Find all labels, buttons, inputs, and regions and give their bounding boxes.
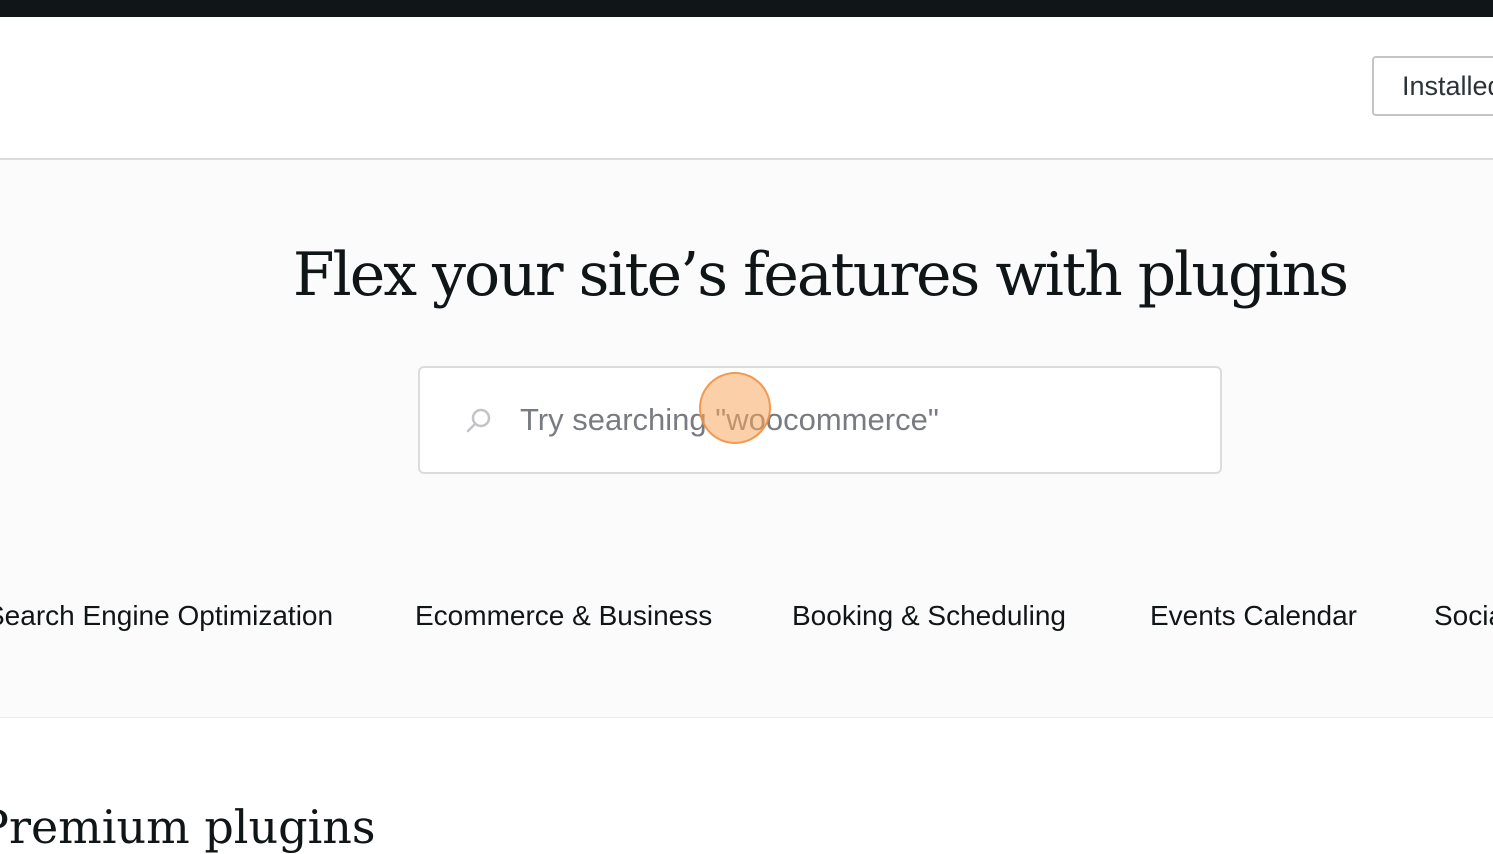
installed-plugins-button[interactable]: Installed Plugins: [1372, 56, 1493, 116]
category-events-calendar[interactable]: Events Calendar: [1150, 600, 1357, 632]
category-social[interactable]: Social: [1434, 600, 1493, 632]
search-icon: [466, 408, 491, 433]
premium-plugins-heading: Premium plugins: [0, 800, 376, 854]
top-bar: [0, 0, 1493, 17]
category-search-engine-optimization[interactable]: Search Engine Optimization: [0, 600, 333, 632]
category-ecommerce-business[interactable]: Ecommerce & Business: [415, 600, 712, 632]
category-nav: Search Engine Optimization Ecommerce & B…: [0, 600, 1493, 640]
hero-title: Flex your site’s features with plugins: [292, 240, 1349, 310]
plugin-search-box[interactable]: [418, 366, 1222, 474]
plugins-hero: Flex your site’s features with plugins S…: [0, 160, 1493, 718]
page-header: Installed Plugins: [0, 17, 1493, 160]
search-input[interactable]: [520, 368, 1200, 472]
category-booking-scheduling[interactable]: Booking & Scheduling: [792, 600, 1066, 632]
